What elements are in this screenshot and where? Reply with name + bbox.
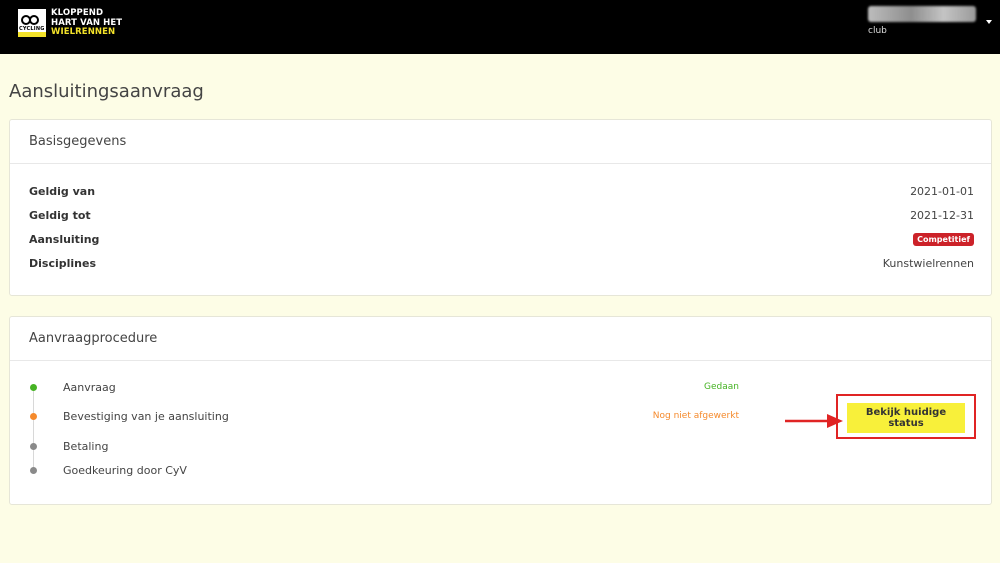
card-title: Basisgegevens (10, 120, 991, 164)
row-value: 2021-12-31 (910, 208, 974, 222)
step-goedkeuring: Goedkeuring door CyV (29, 462, 739, 480)
info-row-geldig-tot: Geldig tot 2021-12-31 (29, 206, 974, 224)
step-status: Gedaan (704, 382, 739, 392)
row-value: Kunstwielrennen (882, 256, 974, 270)
status-badge: Competitief (913, 232, 974, 246)
step-pending-dot-icon (30, 413, 37, 420)
view-status-button[interactable]: Bekijk huidige status (847, 403, 965, 433)
page-title: Aansluitingsaanvraag (9, 81, 204, 102)
card-title: Aanvraagprocedure (10, 317, 991, 361)
cycling-vlaanderen-logo-icon: CYCLING (18, 9, 46, 37)
user-name-redacted (868, 6, 976, 22)
user-menu[interactable]: club (868, 6, 992, 36)
row-label: Disciplines (29, 256, 96, 270)
step-name: Goedkeuring door CyV (63, 464, 187, 477)
logo[interactable]: CYCLING KLOPPEND HART VAN HET WIELRENNEN (18, 8, 122, 38)
step-name: Aanvraag (63, 381, 116, 394)
step-betaling: Betaling (29, 438, 739, 456)
info-row-disciplines: Disciplines Kunstwielrennen (29, 254, 974, 272)
row-label: Aansluiting (29, 232, 100, 246)
step-todo-dot-icon (30, 467, 37, 474)
step-status: Nog niet afgewerkt (652, 411, 739, 421)
row-value: 2021-01-01 (910, 184, 974, 198)
step-timeline-line (33, 391, 34, 471)
step-name: Bevestiging van je aansluiting (63, 410, 229, 423)
caret-down-icon[interactable] (986, 20, 992, 24)
top-navbar: CYCLING KLOPPEND HART VAN HET WIELRENNEN… (0, 0, 1000, 54)
logo-line-3: WIELRENNEN (51, 27, 116, 37)
basisgegevens-card: Basisgegevens Geldig van 2021-01-01 Geld… (9, 119, 992, 296)
step-aanvraag: Aanvraag Gedaan (29, 379, 739, 397)
aanvraagprocedure-card: Aanvraagprocedure Aanvraag Gedaan Bevest… (9, 316, 992, 505)
row-label: Geldig tot (29, 208, 91, 222)
logo-text: KLOPPEND HART VAN HET WIELRENNEN (51, 8, 122, 38)
info-row-aansluiting: Aansluiting Competitief (29, 230, 974, 248)
step-name: Betaling (63, 440, 109, 453)
row-label: Geldig van (29, 184, 96, 198)
info-row-geldig-van: Geldig van 2021-01-01 (29, 182, 974, 200)
user-role: club (868, 26, 887, 36)
step-done-dot-icon (30, 384, 37, 391)
step-todo-dot-icon (30, 443, 37, 450)
step-bevestiging: Bevestiging van je aansluiting Nog niet … (29, 408, 739, 426)
